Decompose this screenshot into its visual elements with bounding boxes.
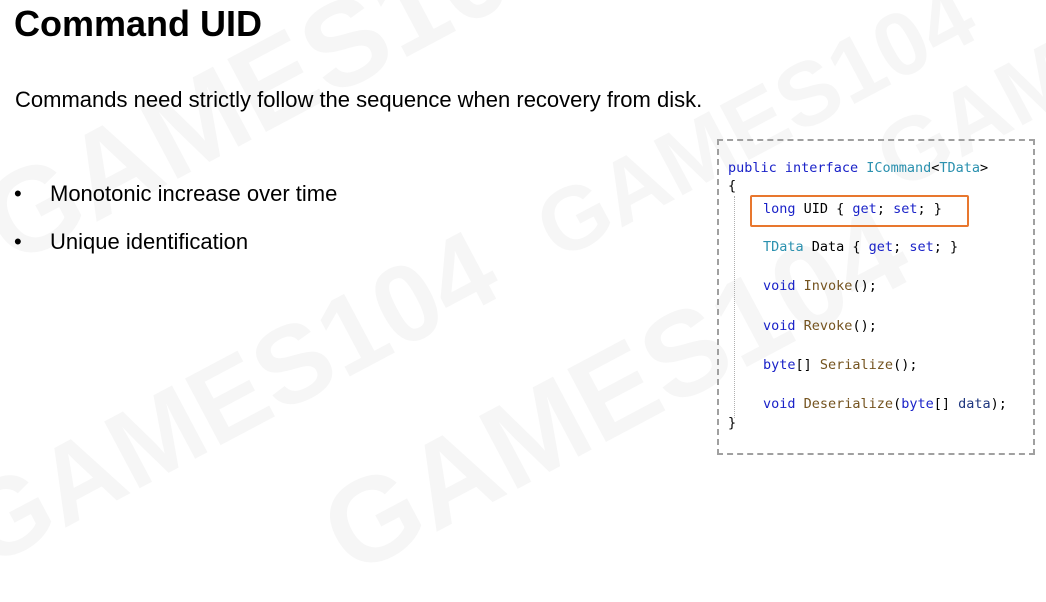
page-title: Command UID	[14, 3, 263, 44]
code-close-brace: }	[728, 415, 737, 431]
code-line-revoke: void Revoke();	[763, 318, 877, 334]
code-line-data: TData Data { get; set; }	[763, 239, 959, 255]
indent-guide	[734, 196, 735, 418]
code-line-interface: public interface ICommand<TData>	[728, 160, 989, 176]
bullet-list: • Monotonic increase over time • Unique …	[14, 180, 337, 276]
code-line-serialize: byte[] Serialize();	[763, 357, 918, 373]
slide-subtitle: Commands need strictly follow the sequen…	[15, 87, 703, 112]
bullet-marker: •	[14, 229, 22, 254]
list-item: • Unique identification	[14, 228, 337, 256]
bullet-text: Monotonic increase over time	[50, 181, 338, 206]
code-open-brace: {	[728, 178, 737, 194]
bullet-marker: •	[14, 181, 22, 206]
code-line-invoke: void Invoke();	[763, 278, 877, 294]
bullet-text: Unique identification	[50, 229, 249, 254]
code-line-uid: long UID { get; set; }	[763, 201, 942, 217]
code-line-deserialize: void Deserialize(byte[] data);	[763, 396, 1007, 412]
list-item: • Monotonic increase over time	[14, 180, 337, 208]
